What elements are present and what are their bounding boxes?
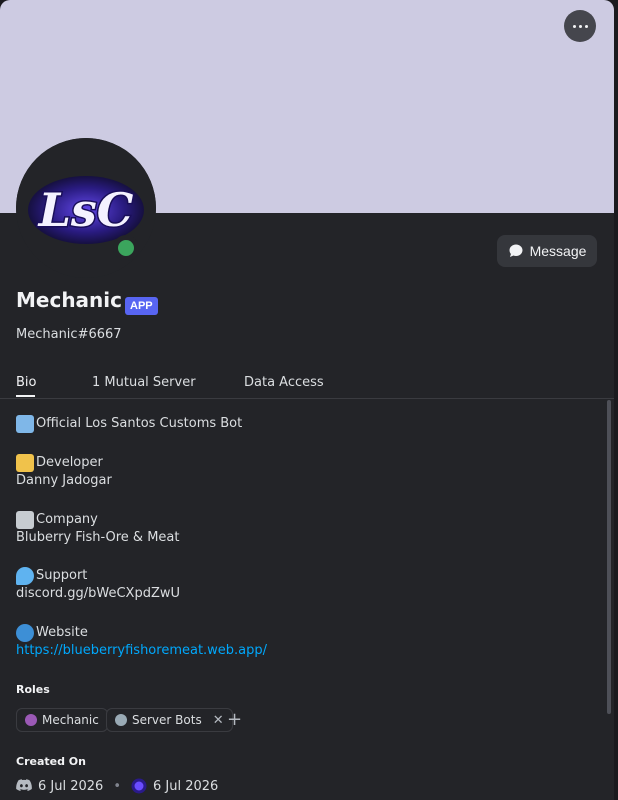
message-button[interactable]: Message	[497, 235, 597, 267]
user-tag: Mechanic#6667	[16, 327, 122, 342]
bio-developer-heading: Developer	[16, 454, 103, 472]
more-icon-dot	[584, 24, 588, 28]
role-pill-server-bots[interactable]: Server Bots ✕	[106, 708, 233, 732]
bio-website-heading: Website	[16, 624, 88, 642]
developer-heading-text: Developer	[36, 455, 103, 470]
server-joined-date: 6 Jul 2026	[152, 778, 219, 794]
profile-tabs: Bio 1 Mutual Server Data Access	[16, 372, 598, 398]
roles-title: Roles	[16, 683, 50, 696]
tab-bio[interactable]: Bio	[16, 375, 36, 390]
office-building-icon	[16, 511, 34, 529]
role-pill-mechanic[interactable]: Mechanic	[16, 708, 108, 732]
active-tab-indicator	[16, 395, 35, 397]
bio-intro: Official Los Santos Customs Bot	[16, 415, 242, 433]
discord-created-date: 6 Jul 2026	[38, 778, 104, 794]
role-color-dot	[25, 714, 37, 726]
bio-developer-value: Danny Jadogar	[16, 473, 112, 488]
bio-support-heading: Support	[16, 567, 87, 585]
server-icon	[131, 778, 147, 794]
role-color-dot	[115, 714, 127, 726]
bio-support-value[interactable]: discord.gg/bWeCXpdZwU	[16, 585, 180, 603]
website-link[interactable]: https://blueberryfishoremeat.web.app/	[16, 642, 267, 660]
bio-company-heading: Company	[16, 511, 98, 529]
bio-intro-text: Official Los Santos Customs Bot	[36, 416, 243, 431]
developer-icon	[16, 454, 34, 472]
role-name: Server Bots	[132, 713, 202, 727]
online-status-indicator	[113, 235, 139, 261]
globe-icon	[16, 624, 34, 642]
robot-icon	[16, 415, 34, 433]
support-heading-text: Support	[36, 568, 88, 583]
created-dates: 6 Jul 2026 • 6 Jul 2026	[16, 778, 218, 794]
more-icon-dot	[578, 24, 582, 28]
more-options-button[interactable]	[564, 10, 596, 42]
website-heading-text: Website	[36, 625, 88, 640]
remove-role-icon[interactable]: ✕	[213, 713, 224, 728]
created-on-title: Created On	[16, 755, 86, 768]
display-name: Mechanic	[16, 288, 123, 312]
app-badge-label: APP	[130, 300, 153, 312]
date-separator: •	[113, 778, 121, 794]
tab-data-access[interactable]: Data Access	[244, 375, 324, 390]
scrollbar-thumb[interactable]	[607, 400, 611, 714]
discord-icon	[16, 779, 32, 791]
avatar-logo-text: LsC	[37, 183, 134, 237]
app-badge: APP	[125, 297, 158, 315]
add-role-button[interactable]: +	[227, 709, 242, 730]
bio-company-value: Bluberry Fish-Ore & Meat	[16, 530, 180, 545]
more-icon	[572, 24, 576, 28]
company-heading-text: Company	[36, 512, 98, 527]
message-button-label: Message	[529, 243, 587, 259]
profile-card: LsC Message Mechanic APP Mechanic#6667 B…	[0, 0, 614, 800]
role-name: Mechanic	[42, 713, 99, 727]
chat-bubble-icon	[509, 244, 523, 257]
tab-mutual-servers[interactable]: 1 Mutual Server	[92, 375, 196, 390]
speech-bubble-icon	[16, 567, 34, 585]
tabs-divider	[0, 398, 614, 399]
